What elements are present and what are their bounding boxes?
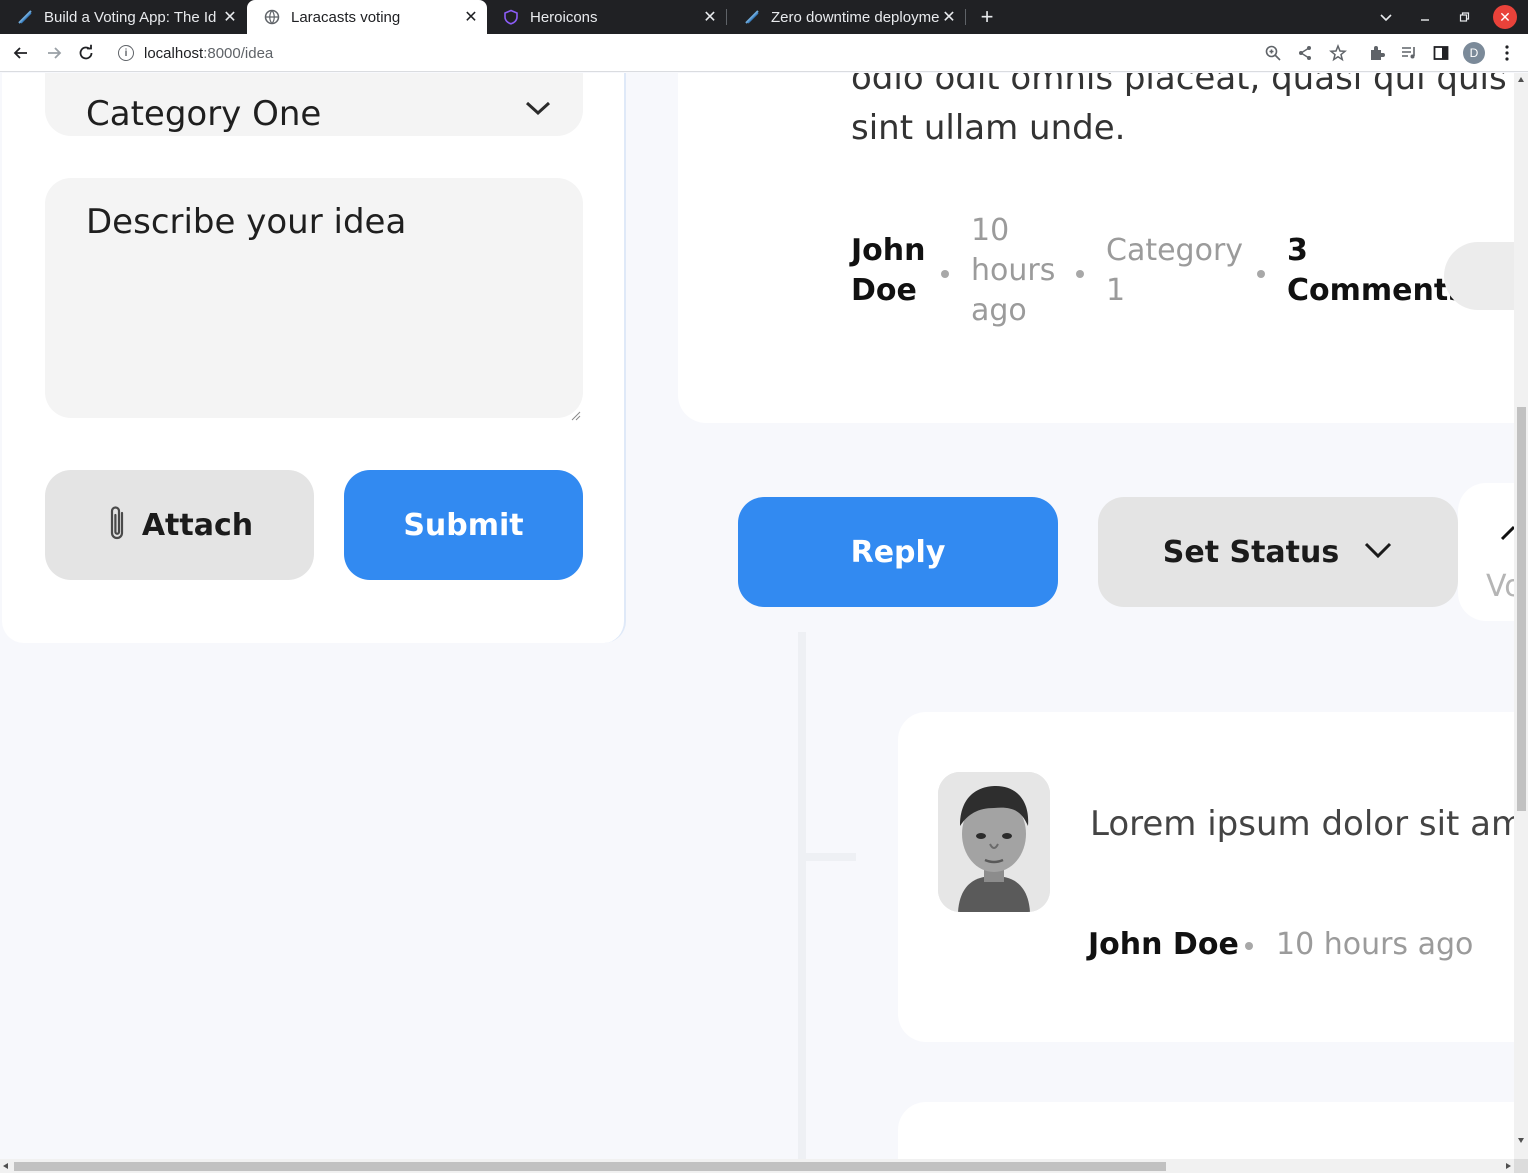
browser-toolbar: i localhost:8000/idea D	[0, 34, 1528, 72]
window-close-icon[interactable]: ✕	[1493, 5, 1517, 29]
idea-description-textarea[interactable]: Describe your idea	[45, 178, 583, 421]
zoom-icon[interactable]	[1262, 42, 1284, 64]
comment-card: Lorem ipsum dolor sit ame John Doe 10 ho…	[898, 712, 1514, 1042]
idea-description-line: sint ullam unde.	[851, 108, 1126, 148]
vertical-scrollbar[interactable]	[1514, 73, 1528, 1159]
votes-label: Vo	[1486, 569, 1514, 604]
tab-title: Zero downtime deployme	[771, 8, 939, 26]
scroll-down-icon[interactable]	[1518, 1138, 1524, 1143]
idea-category: Category 1	[1106, 233, 1244, 308]
close-icon[interactable]: ✕	[939, 7, 959, 27]
idea-description-line: odio odit omnis placeat, quasi qui quis …	[851, 73, 1514, 98]
set-status-label: Set Status	[1162, 534, 1340, 570]
url-host: localhost	[144, 44, 204, 62]
browser-menu-icon[interactable]	[1496, 42, 1518, 64]
tab-title: Laracasts voting	[291, 8, 401, 26]
chevron-down-icon	[523, 93, 553, 123]
meta-separator-dot	[1245, 942, 1253, 950]
laracasts-icon	[16, 8, 34, 26]
side-panel-icon[interactable]	[1430, 42, 1452, 64]
description-placeholder: Describe your idea	[86, 202, 407, 242]
meta-separator-dot	[941, 270, 949, 278]
url-path: :8000/idea	[203, 44, 274, 62]
media-control-icon[interactable]	[1398, 42, 1420, 64]
attach-label: Attach	[141, 507, 254, 543]
scroll-left-icon[interactable]	[3, 1163, 8, 1169]
submit-label: Submit	[403, 507, 524, 543]
tab-heroicons[interactable]: Heroicons ✕	[486, 0, 726, 34]
close-icon[interactable]: ✕	[461, 7, 481, 27]
paperclip-icon	[106, 503, 128, 547]
page-viewport: Category One Describe your idea Attach S…	[0, 73, 1514, 1159]
back-arrow-icon[interactable]	[10, 42, 32, 64]
tab-title: Build a Voting App: The Id	[44, 8, 217, 26]
submit-button[interactable]: Submit	[344, 470, 583, 580]
tab-build-voting-app[interactable]: Build a Voting App: The Id ✕	[0, 0, 246, 34]
restore-icon[interactable]	[1452, 5, 1476, 29]
heroicons-shield-icon	[502, 8, 520, 26]
scroll-right-icon[interactable]	[1506, 1163, 1511, 1169]
idea-comments-count[interactable]: 3 Comments	[1287, 231, 1466, 311]
bookmark-star-icon[interactable]	[1327, 42, 1349, 64]
share-icon[interactable]	[1294, 42, 1316, 64]
horizontal-scroll-thumb[interactable]	[14, 1162, 1166, 1171]
upvote-arrow-icon	[1498, 511, 1514, 541]
category-select-value: Category One	[86, 94, 322, 134]
idea-card: odio odit omnis placeat, quasi qui quis …	[678, 73, 1514, 423]
meta-separator-dot	[1257, 270, 1265, 278]
comment-timestamp: 10 hours ago	[1276, 927, 1474, 962]
comment-author: John Doe	[1088, 927, 1239, 962]
comment-avatar[interactable]	[938, 772, 1050, 912]
address-bar[interactable]: i localhost:8000/idea	[108, 38, 1358, 68]
vertical-scroll-thumb[interactable]	[1517, 407, 1526, 811]
forward-arrow-icon[interactable]	[43, 42, 65, 64]
add-idea-form: Category One Describe your idea Attach S…	[2, 73, 626, 643]
site-info-icon[interactable]: i	[118, 45, 134, 61]
tab-separator	[965, 9, 966, 25]
new-tab-button[interactable]: +	[975, 4, 999, 30]
set-status-button[interactable]: Set Status	[1098, 497, 1458, 607]
votes-card[interactable]: Vo	[1458, 483, 1514, 621]
reply-label: Reply	[850, 534, 946, 570]
resize-handle-icon[interactable]	[571, 406, 581, 421]
comment-thread-line	[798, 632, 806, 1159]
extensions-icon[interactable]	[1366, 42, 1388, 64]
meta-separator-dot	[1076, 270, 1084, 278]
chevron-down-icon	[1363, 535, 1393, 569]
comment-card	[898, 1102, 1514, 1159]
browser-tab-bar: Build a Voting App: The Id ✕ Laracasts v…	[0, 0, 1528, 34]
idea-timestamp: 10 hours ago	[971, 213, 1056, 328]
close-icon[interactable]: ✕	[220, 7, 240, 27]
minimize-icon[interactable]	[1413, 5, 1437, 29]
comment-thread-branch	[806, 853, 856, 861]
close-icon[interactable]: ✕	[700, 7, 720, 27]
tab-zero-downtime[interactable]: Zero downtime deployme ✕	[727, 0, 965, 34]
laracasts-icon	[743, 8, 761, 26]
idea-description: odio odit omnis placeat, quasi qui quis …	[851, 73, 1514, 153]
attach-button[interactable]: Attach	[45, 470, 314, 580]
scroll-up-icon[interactable]	[1518, 77, 1524, 82]
reload-icon[interactable]	[75, 42, 97, 64]
tab-title: Heroicons	[530, 8, 598, 26]
horizontal-scrollbar[interactable]	[0, 1159, 1514, 1173]
idea-author: John Doe	[851, 233, 926, 308]
category-select[interactable]: Category One	[45, 73, 583, 136]
reply-button[interactable]: Reply	[738, 497, 1058, 607]
globe-icon	[263, 8, 281, 26]
profile-avatar[interactable]: D	[1463, 42, 1485, 64]
idea-status-pill[interactable]	[1444, 242, 1514, 310]
tab-search-chevron-icon[interactable]	[1374, 5, 1398, 29]
tab-laracasts-voting[interactable]: Laracasts voting ✕	[247, 0, 487, 34]
comment-text: Lorem ipsum dolor sit ame	[1090, 804, 1514, 844]
scrollbar-corner	[1514, 1159, 1528, 1173]
